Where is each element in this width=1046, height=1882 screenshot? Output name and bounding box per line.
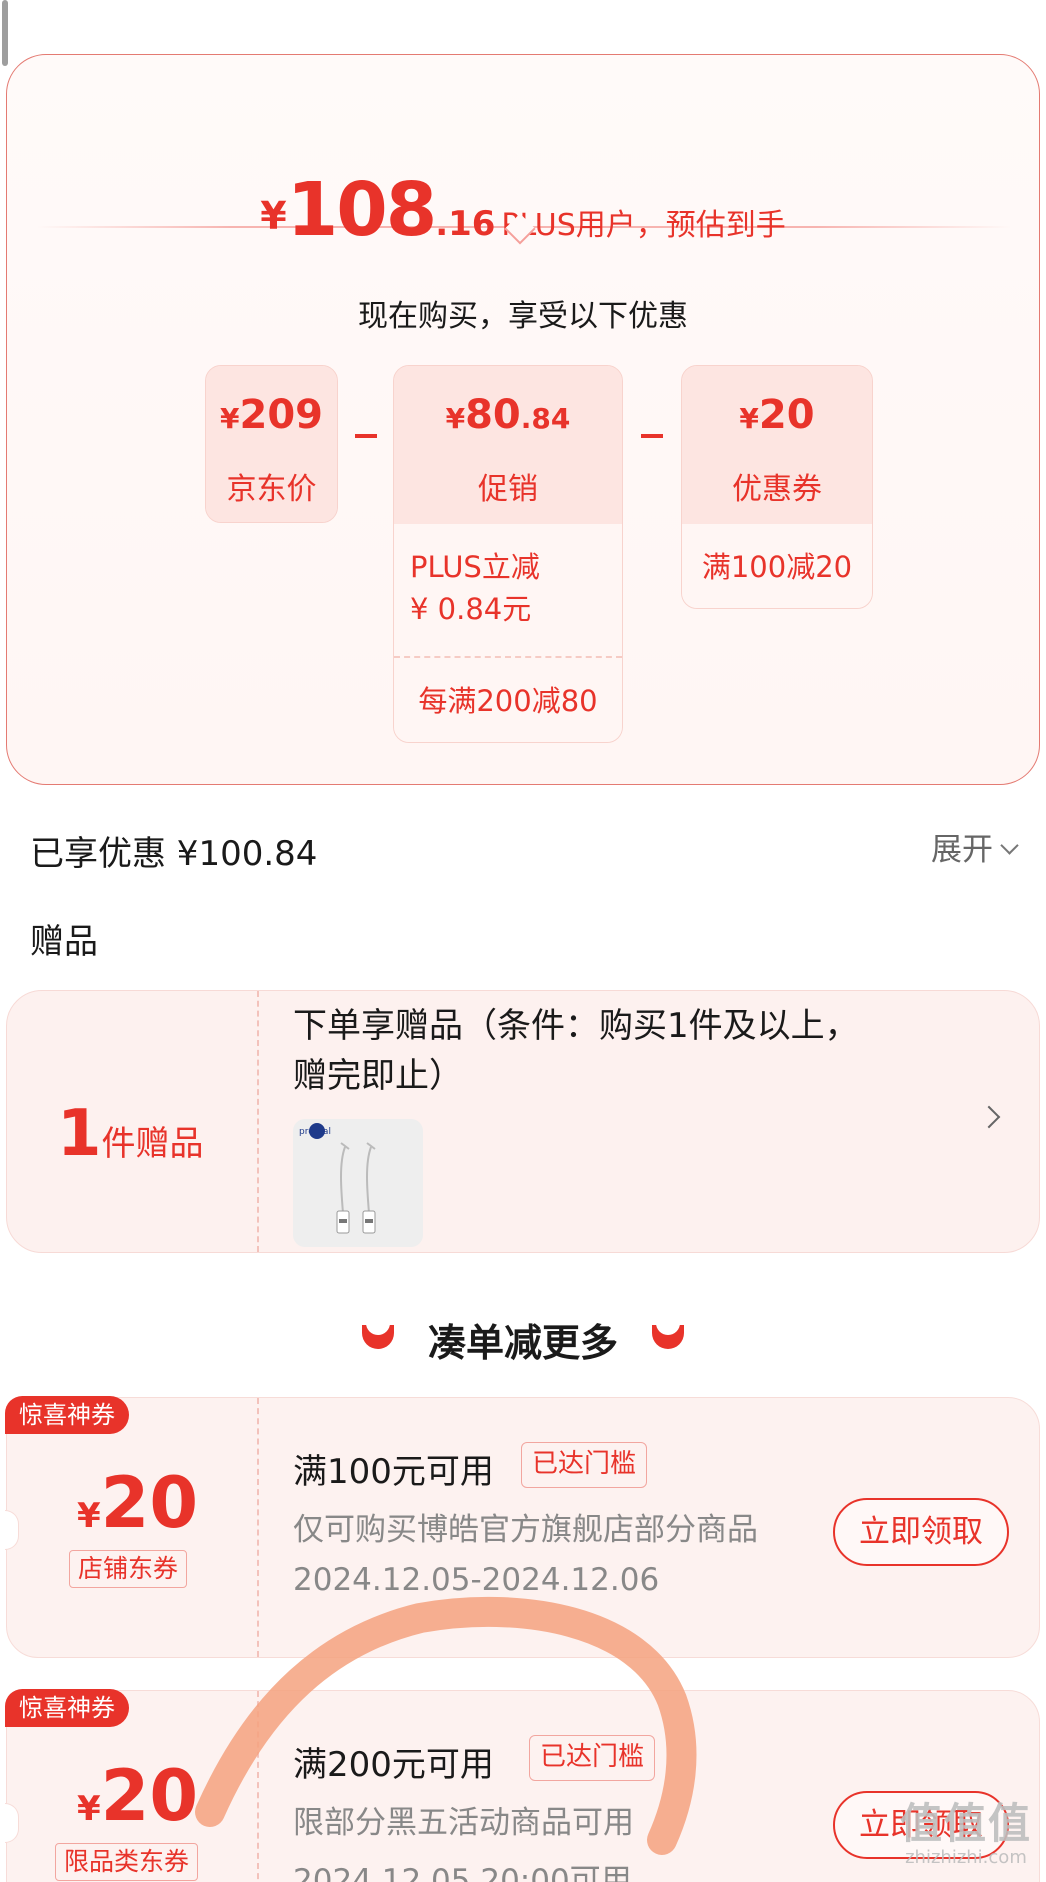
annotation-circle-stroke <box>195 1596 697 1855</box>
watermark-url: zhizhizhi.com <box>905 1847 1027 1868</box>
watermark: 值值值 zhizhizhi.com <box>900 1790 1032 1868</box>
watermark-text: 值值值 <box>899 1799 1032 1848</box>
